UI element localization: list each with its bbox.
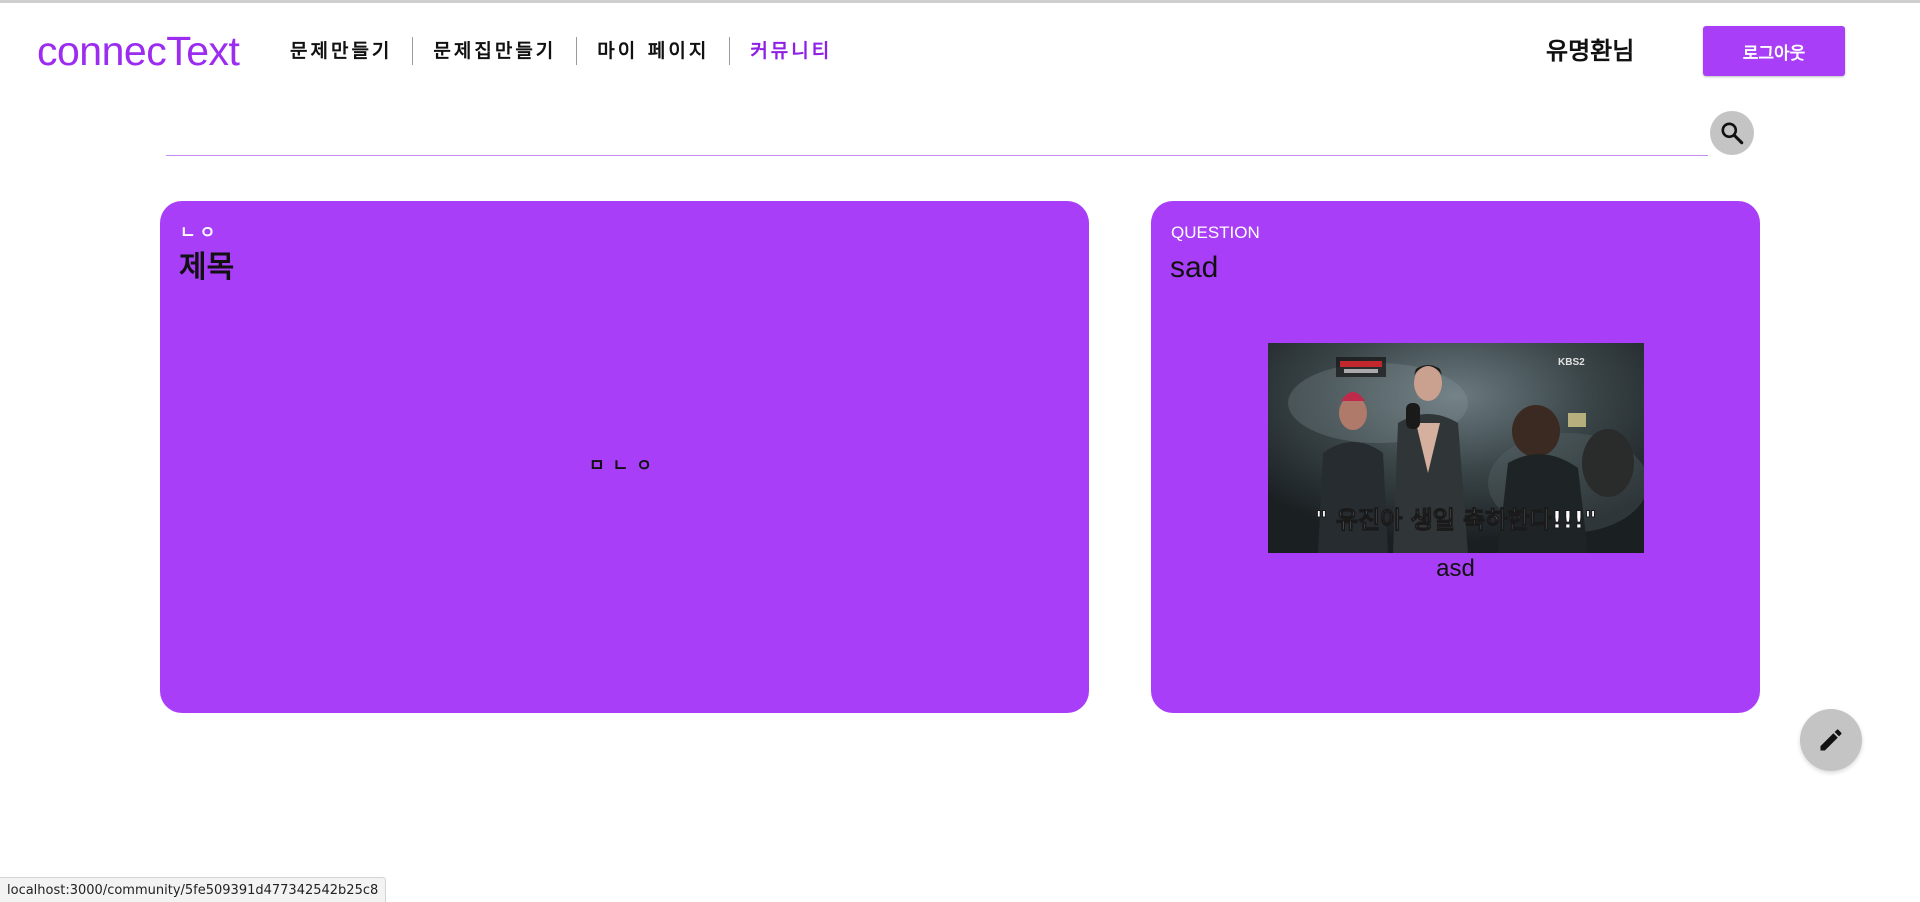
search-icon: [1721, 122, 1744, 145]
nav-item-community[interactable]: 커뮤니티: [730, 36, 852, 66]
status-bar-url: localhost:3000/community/5fe509391d47734…: [0, 877, 387, 902]
post-title: 제목: [179, 250, 235, 285]
nav-item-create-question[interactable]: 문제만들기: [270, 36, 412, 66]
post-title: sad: [1170, 251, 1219, 284]
search-input[interactable]: [166, 115, 1708, 156]
post-card[interactable]: ㄴㅇ 제목 ㅁㄴㅇ: [160, 201, 1089, 713]
top-border: [0, 0, 1920, 3]
post-image-scene: KBS2 " 유진아 생일 축하한다!!!": [1268, 343, 1644, 553]
write-post-button[interactable]: [1800, 709, 1862, 771]
search-button[interactable]: [1710, 111, 1754, 155]
logout-button[interactable]: 로그아웃: [1703, 26, 1845, 76]
post-category: QUESTION: [1171, 223, 1260, 242]
nav-item-create-workbook[interactable]: 문제집만들기: [413, 36, 576, 66]
pencil-icon: [1820, 729, 1842, 751]
username: 유명환님: [1546, 37, 1635, 65]
post-image: KBS2 " 유진아 생일 축하한다!!!": [1268, 343, 1644, 553]
logo[interactable]: connecText: [37, 26, 240, 76]
broadcaster-logo: KBS2: [1558, 357, 1585, 368]
post-body: ㅁㄴㅇ: [589, 456, 660, 476]
nav-item-my-page[interactable]: 마이 페이지: [577, 36, 729, 66]
image-caption: " 유진아 생일 축하한다!!!": [1315, 506, 1597, 534]
main-nav: 문제만들기 문제집만들기 마이 페이지 커뮤니티: [270, 36, 852, 66]
post-category: ㄴㅇ: [180, 223, 220, 242]
post-body: asd: [1436, 555, 1475, 582]
post-card[interactable]: QUESTION sad KBS2 " 유진아 생일 축하한다!!!" asd: [1151, 201, 1760, 713]
page: connecText 문제만들기 문제집만들기 마이 페이지 커뮤니티 유명환님…: [0, 0, 1920, 902]
